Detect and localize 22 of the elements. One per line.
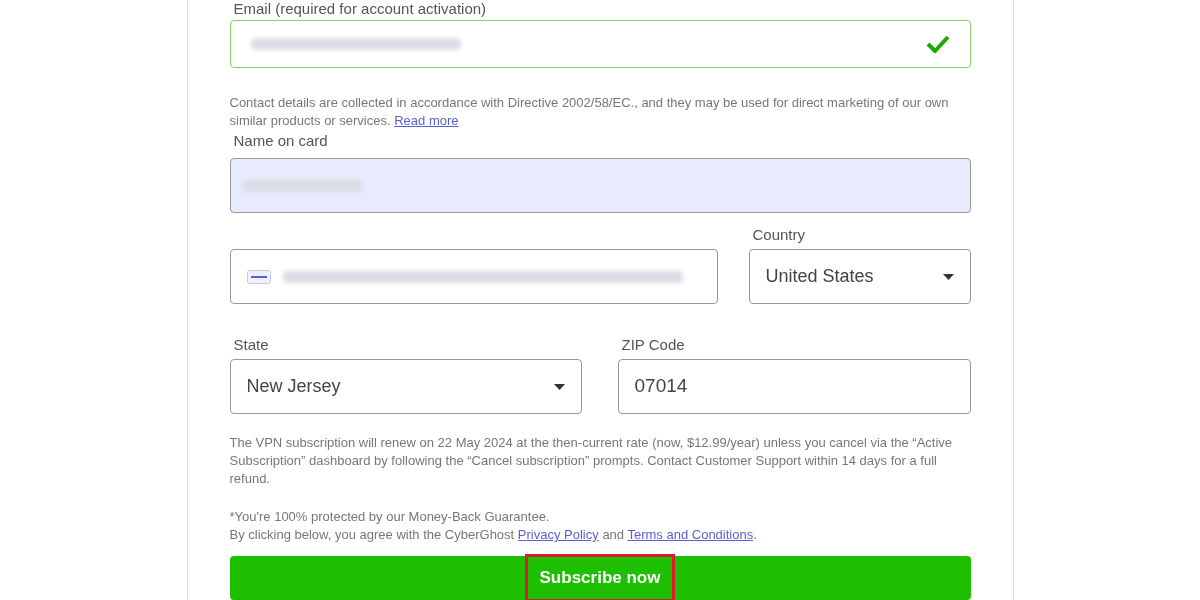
guarantee-text: *You're 100% protected by our Money-Back Guarantee. <box>229 508 551 526</box>
renewal-notice: The VPN subscription will renew on 22 May 2024 at the then-current rate (now, $12.99/year) unless you cancel via the “Active Subscription” dashboard by following the “Cancel subscription” prompts. Contact Customer Support within 14 days for a full refund. <box>229 434 954 488</box>
card-details-field[interactable] <box>229 249 718 304</box>
privacy-policy-link[interactable]: Privacy Policy <box>517 527 599 542</box>
email-field[interactable] <box>229 20 971 68</box>
name-on-card-field[interactable] <box>229 158 971 213</box>
consent-text: Contact details are collected in accordance with Directive 2002/58/EC., and they may be used for direct marketing of our own similar products or services. Read more <box>229 94 950 130</box>
checkmark-icon <box>925 35 950 53</box>
highlight-frame: Subscribe now <box>524 554 676 600</box>
country-select[interactable]: United States <box>748 249 971 304</box>
field-label: Name on card <box>232 132 329 150</box>
state-select[interactable]: New Jersey <box>229 359 582 414</box>
dropdown-caret-icon <box>553 383 565 390</box>
field-label: ZIP Code <box>620 336 686 354</box>
card-icon <box>246 269 271 284</box>
field-label: Country <box>751 226 807 244</box>
field-label: Email (required for account activation) <box>232 0 488 18</box>
field-label: State <box>232 336 270 354</box>
dropdown-caret-icon <box>942 273 954 280</box>
read-more-link[interactable]: Read more <box>394 113 459 128</box>
zip-code-field[interactable]: 07014 <box>617 359 971 414</box>
agreement-text: By clicking below, you agree with the CyberGhost Privacy Policy and Terms and Conditions. <box>229 526 758 544</box>
